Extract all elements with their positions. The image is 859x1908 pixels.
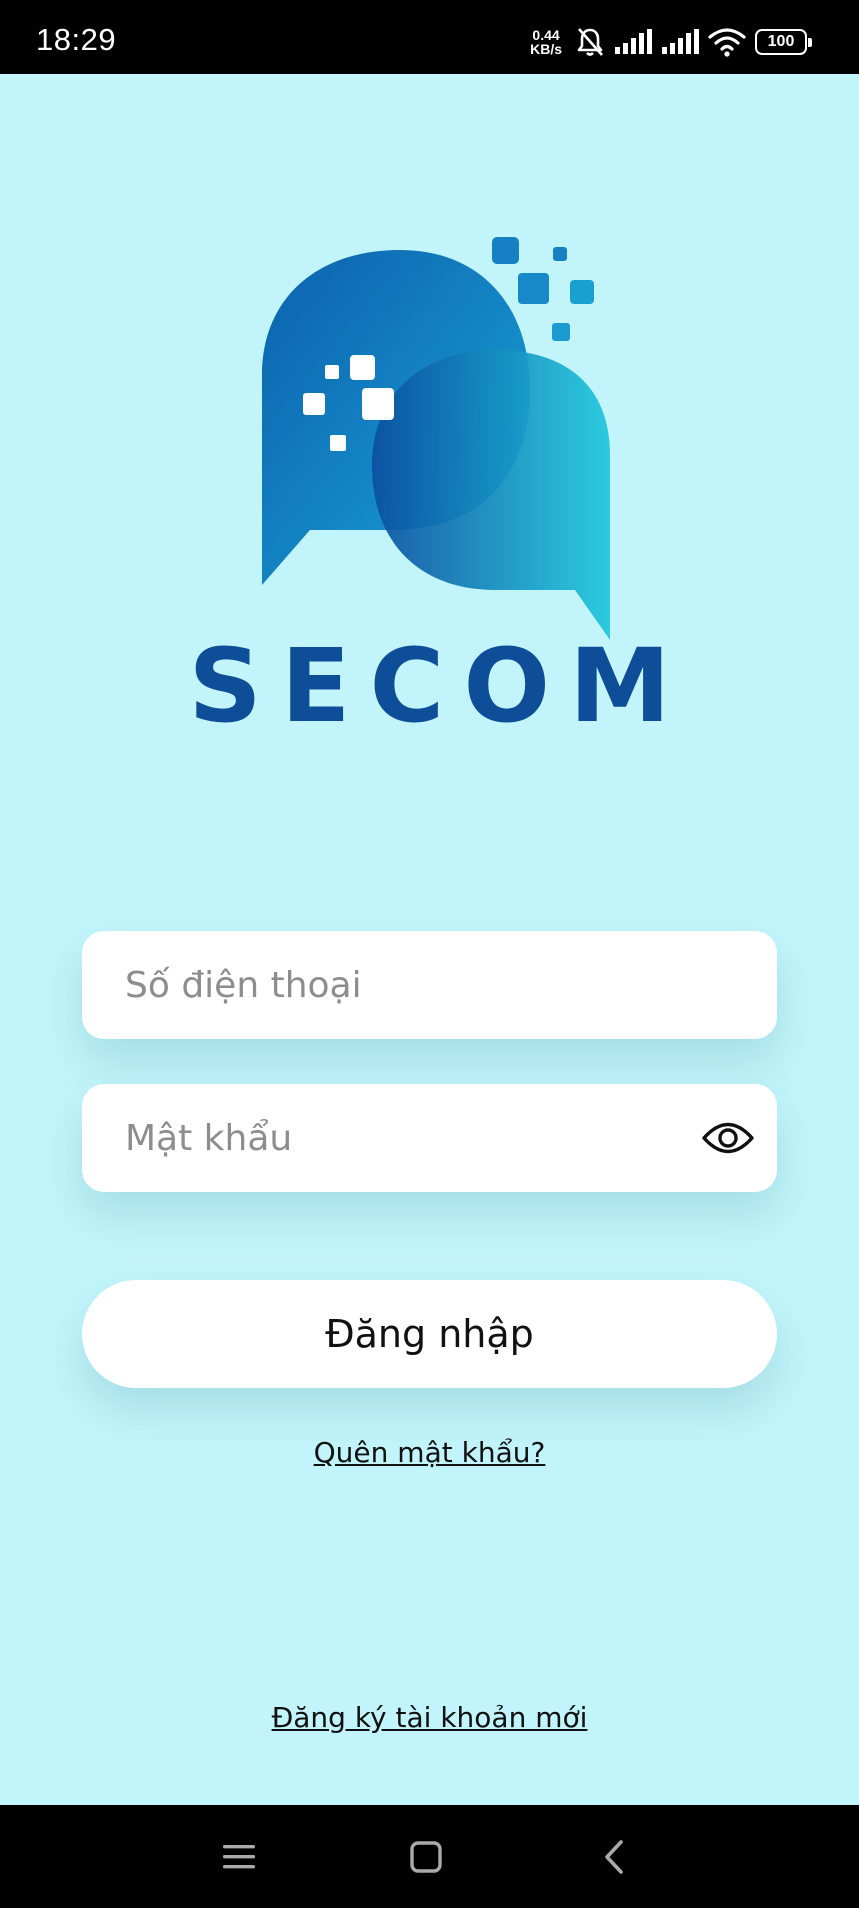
forgot-password-link[interactable]: Quên mật khẩu? — [0, 1436, 859, 1469]
phone-input[interactable] — [125, 964, 685, 1006]
login-button[interactable]: Đăng nhập — [82, 1280, 777, 1388]
menu-icon — [223, 1845, 255, 1869]
back-button[interactable] — [592, 1835, 636, 1879]
show-password-toggle[interactable] — [701, 1114, 755, 1162]
navigation-bar — [0, 1805, 859, 1908]
status-time: 18:29 — [36, 22, 117, 57]
register-link[interactable]: Đăng ký tài khoản mới — [0, 1701, 859, 1734]
brand-name: SECOM — [188, 627, 690, 746]
status-icons: 0.44 KB/s 100 — [530, 24, 812, 60]
battery-icon: 100 — [755, 29, 812, 55]
eye-icon — [702, 1122, 754, 1154]
wifi-icon — [708, 28, 746, 57]
battery-level: 100 — [767, 33, 795, 50]
back-icon — [605, 1840, 623, 1874]
secom-logo — [262, 237, 610, 640]
phone-field[interactable] — [82, 931, 777, 1039]
network-speed: 0.44 KB/s — [530, 28, 562, 56]
signal-icon — [615, 29, 652, 54]
password-input[interactable] — [125, 1117, 685, 1159]
mute-bell-icon — [577, 28, 603, 56]
password-field[interactable] — [82, 1084, 777, 1192]
menu-button[interactable] — [217, 1835, 261, 1879]
status-bar: 18:29 0.44 KB/s 100 — [0, 0, 859, 74]
signal-icon — [662, 29, 699, 54]
home-icon — [410, 1841, 442, 1873]
home-button[interactable] — [404, 1835, 448, 1879]
network-speed-unit: KB/s — [530, 41, 562, 57]
network-speed-value: 0.44 — [532, 27, 560, 43]
